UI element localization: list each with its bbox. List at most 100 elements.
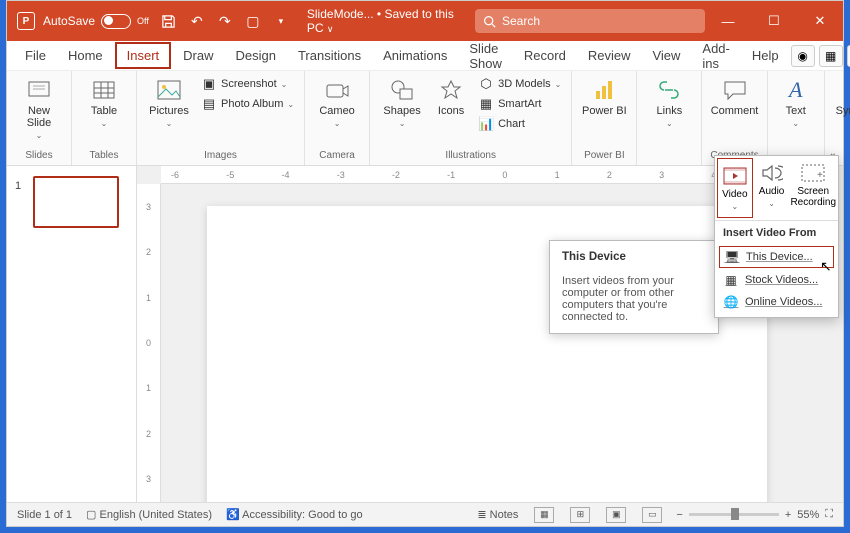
search-box[interactable] <box>475 9 705 33</box>
save-icon[interactable] <box>161 13 177 29</box>
tab-view[interactable]: View <box>642 44 690 67</box>
slide-thumbnail[interactable] <box>33 176 119 228</box>
zoom-control[interactable]: − + 55% ⛶ <box>676 508 833 521</box>
autosave[interactable]: AutoSave Off <box>43 14 149 29</box>
tab-insert[interactable]: Insert <box>115 42 172 69</box>
insert-video-online[interactable]: 🌐Online Videos... <box>715 291 838 317</box>
group-tables: Table ⌄ Tables <box>72 71 137 165</box>
chevron-down-icon: ⌄ <box>36 131 43 140</box>
shapes-button[interactable]: Shapes ⌄ <box>378 75 426 128</box>
autosave-toggle[interactable] <box>101 14 131 29</box>
app-icon: P <box>17 12 35 30</box>
zoom-out-icon[interactable]: − <box>676 509 682 521</box>
fit-view-icon[interactable]: ⛶ <box>825 508 833 521</box>
pictures-button[interactable]: Pictures ⌄ <box>145 75 193 128</box>
pictures-label: Pictures <box>149 105 189 117</box>
tab-slide-show[interactable]: Slide Show <box>459 37 512 75</box>
tab-record[interactable]: Record <box>514 44 576 67</box>
group-label-images: Images <box>204 148 237 165</box>
group-text: A Text ⌄ <box>768 71 825 165</box>
screenshot-button[interactable]: ▣Screenshot ⌄ <box>199 75 296 93</box>
insert-video-stock[interactable]: ▦Stock Videos... <box>715 269 838 291</box>
comment-button[interactable]: Comment <box>711 75 759 117</box>
stock-icon: ▦ <box>723 273 739 287</box>
table-button[interactable]: Table ⌄ <box>80 75 128 128</box>
search-input[interactable] <box>502 14 697 28</box>
video-button[interactable]: Video ⌄ <box>717 158 753 218</box>
language-status[interactable]: ▢ English (United States) <box>86 508 212 521</box>
minimize-button[interactable]: — <box>705 1 751 41</box>
redo-icon[interactable]: ↷ <box>217 13 233 29</box>
links-button[interactable]: Links ⌄ <box>645 75 693 128</box>
tab-review[interactable]: Review <box>578 44 641 67</box>
tab-design[interactable]: Design <box>226 44 286 67</box>
tab-transitions[interactable]: Transitions <box>288 44 371 67</box>
slide-thumbnail-panel[interactable]: 1 <box>7 166 137 502</box>
chevron-down-icon: ⌄ <box>768 199 775 208</box>
search-icon <box>483 15 496 28</box>
3d-models-button[interactable]: ⬡3D Models ⌄ <box>476 75 563 93</box>
normal-view-icon[interactable]: ▦ <box>534 507 554 523</box>
notes-button[interactable]: ≣ Notes <box>477 508 518 521</box>
camera-mode-button[interactable]: ◉ <box>791 45 815 67</box>
comments-button[interactable]: ✎ <box>847 45 850 67</box>
symbols-icon: Ω <box>844 77 850 103</box>
device-icon: 🖥 <box>724 250 740 264</box>
zoom-slider[interactable] <box>689 513 779 516</box>
symbols-label: Symbols <box>836 105 850 117</box>
vertical-ruler[interactable]: 3210123 <box>137 184 161 502</box>
chevron-down-icon: ⌄ <box>334 119 341 128</box>
smartart-icon: ▦ <box>478 96 494 112</box>
comment-icon <box>722 77 748 103</box>
group-label-slides: Slides <box>25 148 52 165</box>
present-icon[interactable]: ▢ <box>245 13 261 29</box>
tab-add-ins[interactable]: Add-ins <box>692 37 739 75</box>
text-button[interactable]: A Text ⌄ <box>776 75 816 128</box>
audio-button[interactable]: Audio ⌄ <box>755 156 789 220</box>
powerbi-icon <box>591 77 617 103</box>
zoom-value[interactable]: 55% <box>797 509 819 521</box>
slide-count[interactable]: Slide 1 of 1 <box>17 509 72 521</box>
powerbi-button[interactable]: Power BI <box>580 75 628 117</box>
zoom-in-icon[interactable]: + <box>785 509 791 521</box>
tab-draw[interactable]: Draw <box>173 44 223 67</box>
slideshow-view-icon[interactable]: ▭ <box>642 507 662 523</box>
tab-animations[interactable]: Animations <box>373 44 457 67</box>
table-icon <box>91 77 117 103</box>
photo-album-button[interactable]: ▤Photo Album ⌄ <box>199 95 296 113</box>
group-images: Pictures ⌄ ▣Screenshot ⌄ ▤Photo Album ⌄ … <box>137 71 305 165</box>
group-comments: Comment Comments <box>702 71 767 165</box>
photo-album-icon: ▤ <box>201 96 217 112</box>
quick-access-toolbar: ↶ ↷ ▢ ▾ <box>161 13 289 29</box>
cameo-button[interactable]: Cameo ⌄ <box>313 75 361 128</box>
group-slides: New Slide ⌄ Slides <box>7 71 72 165</box>
group-powerbi: Power BI Power BI <box>572 71 637 165</box>
tooltip-body: Insert videos from your computer or from… <box>562 275 674 323</box>
qat-more-icon[interactable]: ▾ <box>273 13 289 29</box>
document-name[interactable]: SlideMode... • Saved to this PC ∨ <box>307 7 461 35</box>
accessibility-status[interactable]: ♿ Accessibility: Good to go <box>226 508 363 521</box>
pictures-icon <box>156 77 182 103</box>
reading-view-icon[interactable]: ▣ <box>606 507 626 523</box>
links-label: Links <box>657 105 683 117</box>
chart-button[interactable]: 📊Chart <box>476 115 563 133</box>
smartart-button[interactable]: ▦SmartArt <box>476 95 563 113</box>
new-slide-button[interactable]: New Slide ⌄ <box>15 75 63 140</box>
tab-file[interactable]: File <box>15 44 56 67</box>
icons-button[interactable]: Icons <box>432 75 470 117</box>
insert-video-this-device[interactable]: 🖥This Device... <box>719 246 834 268</box>
powerbi-label: Power BI <box>582 105 627 117</box>
maximize-button[interactable]: ☐ <box>751 1 797 41</box>
sorter-view-icon[interactable]: ⊞ <box>570 507 590 523</box>
symbols-button[interactable]: Ω Symbols ⌄ <box>833 75 850 128</box>
group-camera: Cameo ⌄ Camera <box>305 71 370 165</box>
present-mode-button[interactable]: ▦ <box>819 45 843 67</box>
close-button[interactable]: ✕ <box>797 1 843 41</box>
autosave-label: AutoSave <box>43 14 95 28</box>
undo-icon[interactable]: ↶ <box>189 13 205 29</box>
shapes-label: Shapes <box>383 105 420 117</box>
group-label-tables: Tables <box>90 148 119 165</box>
tab-home[interactable]: Home <box>58 44 113 67</box>
screen-recording-button[interactable]: + Screen Recording <box>788 156 838 220</box>
tab-help[interactable]: Help <box>742 44 789 67</box>
